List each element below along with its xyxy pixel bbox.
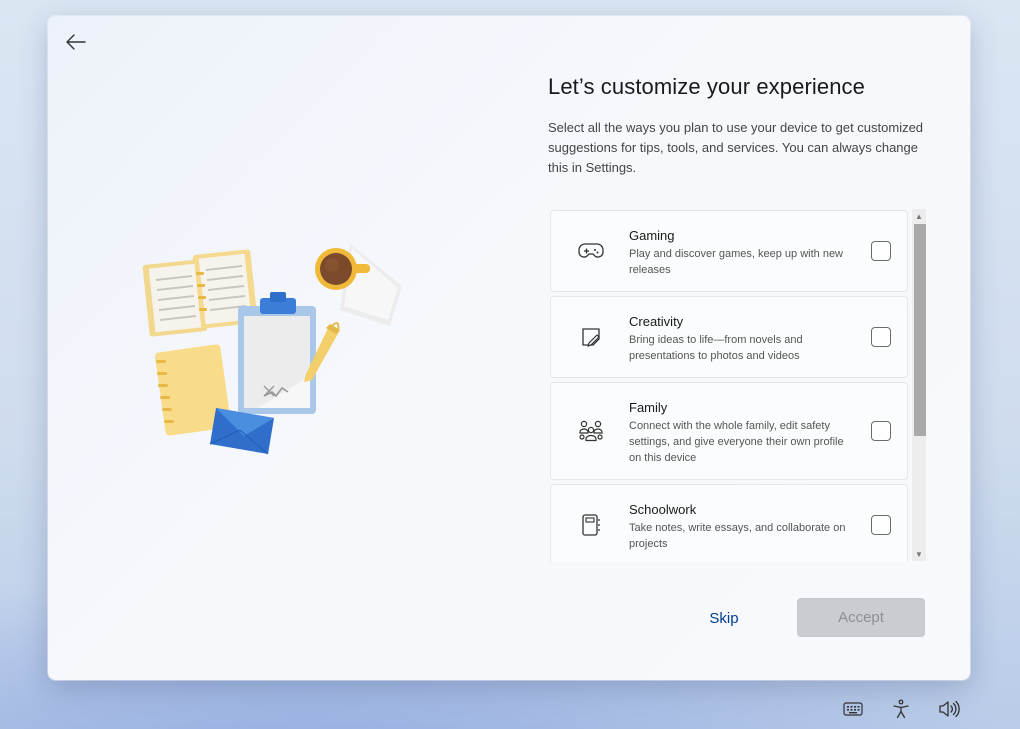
gaming-checkbox[interactable] (871, 241, 891, 261)
option-title: Gaming (629, 228, 675, 243)
family-checkbox[interactable] (871, 421, 891, 441)
coffee-cup-illustration (315, 244, 402, 326)
accept-button[interactable]: Accept (797, 598, 925, 637)
back-button[interactable] (60, 28, 92, 56)
option-description: Bring ideas to life—from novels and pres… (629, 334, 803, 362)
option-schoolwork[interactable]: Schoolwork Take notes, write essays, and… (550, 484, 908, 562)
option-description: Connect with the whole family, edit safe… (629, 420, 844, 464)
options-scrollbar[interactable]: ▲ ▼ (912, 209, 926, 561)
sticky-note-pen-icon (577, 323, 605, 351)
creativity-checkbox[interactable] (871, 327, 891, 347)
option-description: Play and discover games, keep up with ne… (629, 248, 844, 276)
usage-options-list[interactable]: Gaming Play and discover games, keep up … (550, 210, 928, 562)
schoolwork-checkbox[interactable] (871, 515, 891, 535)
people-group-icon (577, 417, 605, 445)
scroll-down-arrow-icon[interactable]: ▼ (912, 547, 926, 561)
option-description: Take notes, write essays, and collaborat… (629, 522, 846, 550)
option-family[interactable]: Family Connect with the whole family, ed… (550, 382, 908, 480)
clipboard-illustration (238, 292, 316, 414)
page-title: Let’s customize your experience (548, 74, 865, 99)
customize-illustration (142, 244, 402, 455)
option-title: Family (629, 400, 668, 415)
notebook-icon (577, 511, 605, 539)
envelope-illustration (209, 408, 274, 455)
gamepad-icon (577, 237, 605, 265)
scroll-up-arrow-icon[interactable]: ▲ (912, 209, 926, 223)
skip-button[interactable]: Skip (684, 598, 764, 638)
option-gaming[interactable]: Gaming Play and discover games, keep up … (550, 210, 908, 292)
page-description: Select all the ways you plan to use your… (548, 120, 924, 175)
scroll-thumb[interactable] (914, 224, 926, 436)
option-creativity[interactable]: Creativity Bring ideas to life—from nove… (550, 296, 908, 378)
oobe-window: Let’s customize your experience Select a… (48, 16, 970, 680)
back-arrow-icon (66, 34, 86, 50)
accessibility-icon[interactable] (888, 696, 914, 722)
option-title: Schoolwork (629, 502, 697, 517)
keyboard-icon[interactable] (840, 696, 866, 722)
option-title: Creativity (629, 314, 684, 329)
volume-icon[interactable] (936, 696, 962, 722)
